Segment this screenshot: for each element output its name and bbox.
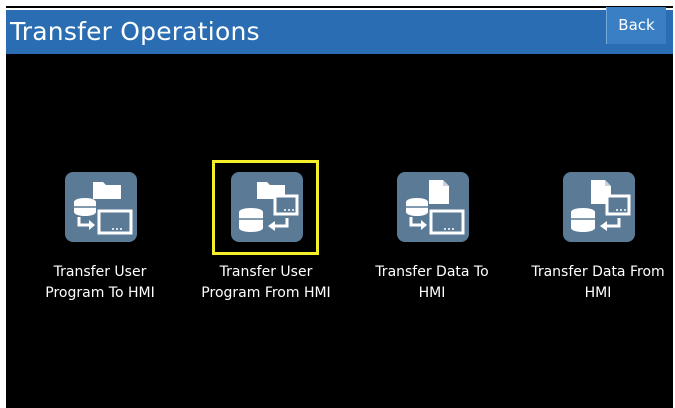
transfer-data-to-hmi-button[interactable]: Transfer Data To HMI — [352, 158, 512, 318]
op-label-data-from-hmi: Transfer Data From HMI — [531, 264, 665, 301]
data-from-hmi-icon — [563, 172, 635, 242]
program-to-hmi-icon — [65, 172, 137, 242]
op-label-program-to-hmi: Transfer User Program To HMI — [45, 264, 155, 301]
top-border — [6, 6, 673, 8]
transfer-program-to-hmi-button[interactable]: Transfer User Program To HMI — [20, 158, 180, 318]
op-label-data-to-hmi: Transfer Data To HMI — [375, 264, 489, 301]
transfer-program-from-hmi-button[interactable]: Transfer User Program From HMI — [186, 158, 346, 318]
title-bar: Transfer Operations — [6, 10, 673, 54]
program-from-hmi-icon — [231, 172, 303, 242]
operations-panel: Transfer User Program To HMI Transfer Us… — [6, 54, 673, 408]
transfer-data-from-hmi-button[interactable]: Transfer Data From HMI — [518, 158, 675, 318]
transfer-operations-screen: Transfer Operations Back Transfer User P… — [0, 0, 675, 408]
back-button[interactable]: Back — [606, 7, 666, 44]
data-to-hmi-icon — [397, 172, 469, 242]
page-title: Transfer Operations — [10, 17, 260, 46]
op-label-program-from-hmi: Transfer User Program From HMI — [201, 264, 331, 301]
